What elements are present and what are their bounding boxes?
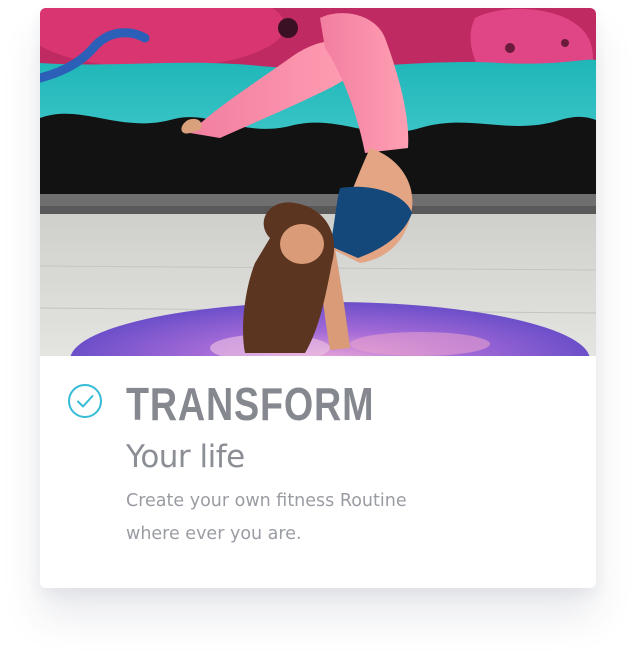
feature-card: TRANSFORM Your life Create your own fitn…	[40, 8, 596, 588]
card-description: Create your own fitness Routine where ev…	[126, 491, 407, 544]
check-circle-icon	[68, 384, 102, 418]
card-title: TRANSFORM	[126, 378, 375, 430]
hero-photo	[40, 8, 596, 356]
card-subtitle: Your life	[126, 439, 245, 475]
